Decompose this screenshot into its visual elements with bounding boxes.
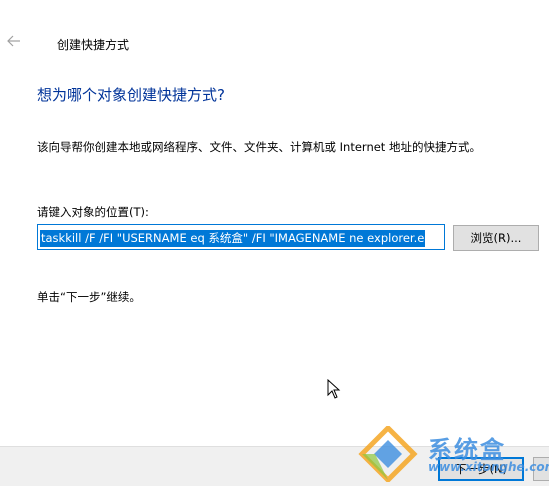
location-input[interactable]: taskkill /F /FI "USERNAME eq 系统盒" /FI "I… [37, 224, 445, 250]
cancel-button[interactable] [533, 457, 549, 481]
browse-button[interactable]: 浏览(R)... [453, 225, 539, 251]
back-button[interactable] [6, 33, 22, 49]
wizard-description: 该向导帮你创建本地或网络程序、文件、文件夹、计算机或 Internet 地址的快… [37, 140, 481, 154]
continue-hint: 单击“下一步”继续。 [37, 290, 141, 304]
location-label: 请键入对象的位置(T): [37, 205, 149, 219]
next-button[interactable]: 下一步(N) [438, 457, 524, 481]
location-input-text: taskkill /F /FI "USERNAME eq 系统盒" /FI "I… [40, 230, 426, 247]
mouse-cursor-icon [327, 379, 341, 399]
page-heading: 想为哪个对象创建快捷方式? [37, 86, 225, 104]
left-arrow-icon [7, 35, 20, 47]
window-title: 创建快捷方式 [57, 38, 130, 52]
